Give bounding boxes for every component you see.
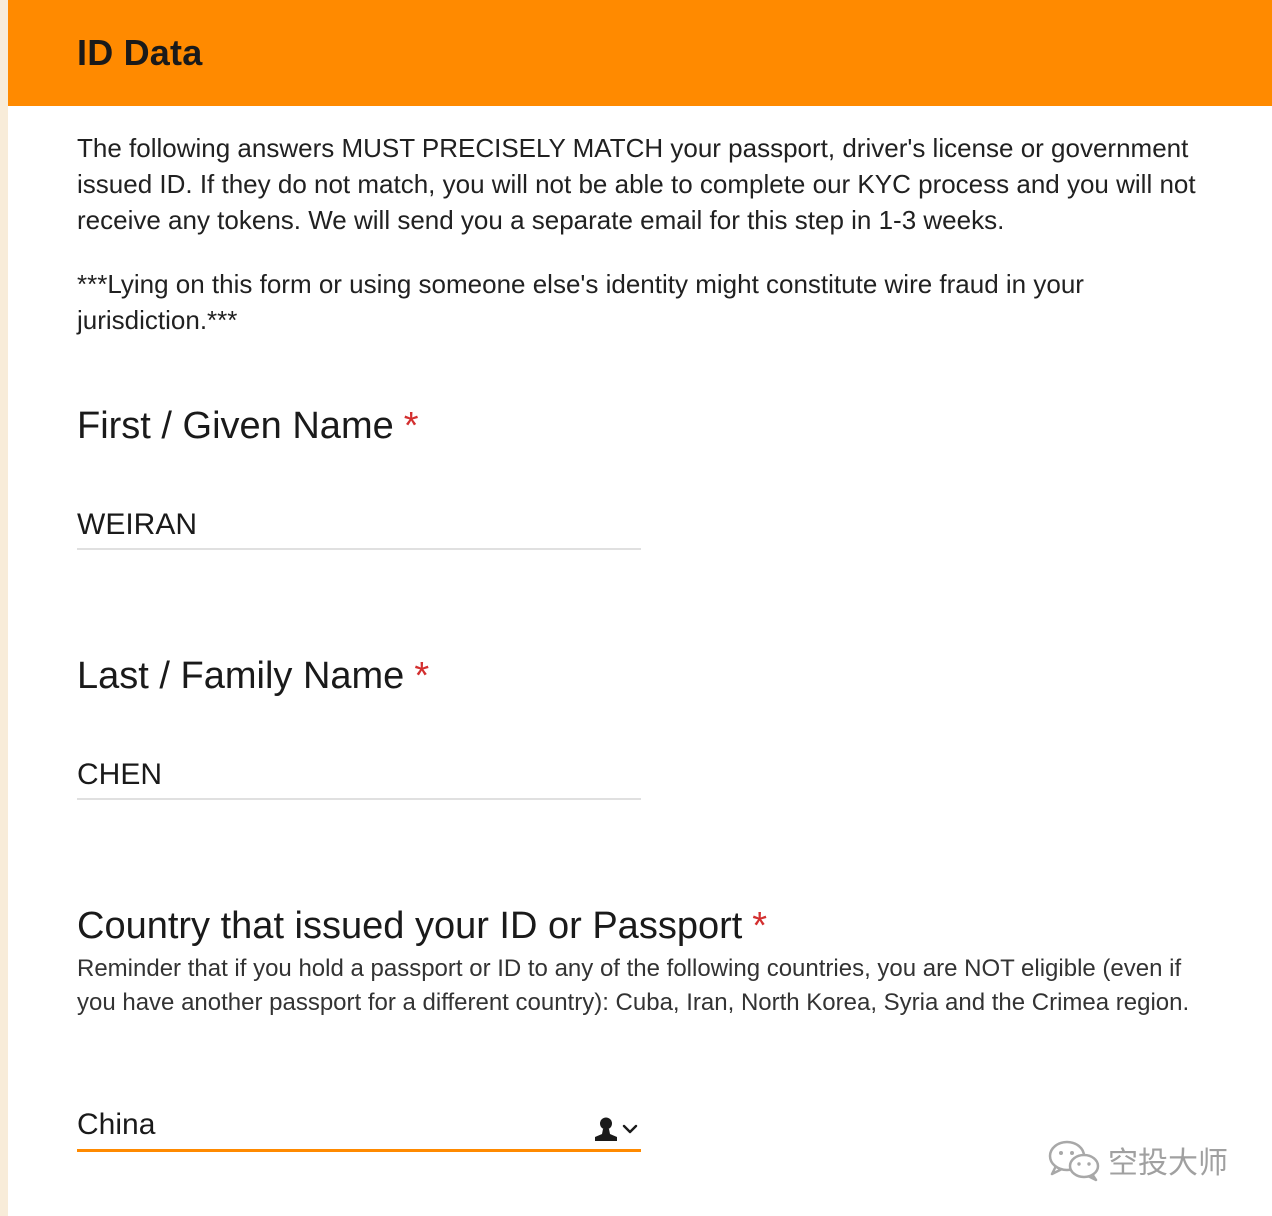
first-name-input[interactable] [77, 502, 641, 550]
country-label: Country that issued your ID or Passport * [77, 905, 768, 947]
watermark-text: 空投大师 [1108, 1146, 1228, 1181]
last-name-question: Last / Family Name * [77, 654, 1227, 800]
intro-text: The following answers MUST PRECISELY MAT… [77, 133, 1196, 235]
first-name-question: First / Given Name * [77, 404, 1227, 550]
person-icon [595, 1117, 617, 1141]
wechat-logo-icon [1048, 1140, 1100, 1182]
required-mark: * [752, 905, 768, 947]
page-title: ID Data [77, 32, 203, 73]
header-bar: ID Data [8, 0, 1272, 106]
required-mark: * [403, 405, 419, 447]
country-help-text: Reminder that if you hold a passport or … [77, 955, 1190, 1016]
country-question: Country that issued your ID or Passport *… [77, 904, 1227, 1152]
fraud-warning: ***Lying on this form or using someone e… [77, 269, 1084, 335]
country-selected-value: China [77, 1108, 156, 1141]
intro-section: The following answers MUST PRECISELY MAT… [77, 130, 1257, 338]
last-name-label: Last / Family Name * [77, 655, 430, 697]
required-mark: * [414, 655, 430, 697]
chevron-down-icon [622, 1124, 638, 1134]
last-name-input[interactable] [77, 752, 641, 800]
first-name-label: First / Given Name * [77, 405, 419, 447]
left-side-strip [0, 0, 8, 1216]
page: ID Data The following answers MUST PRECI… [0, 0, 1272, 1216]
watermark: 空投大师 [1046, 1138, 1228, 1182]
select-icons [593, 1116, 639, 1142]
country-select[interactable]: China [77, 1104, 641, 1152]
